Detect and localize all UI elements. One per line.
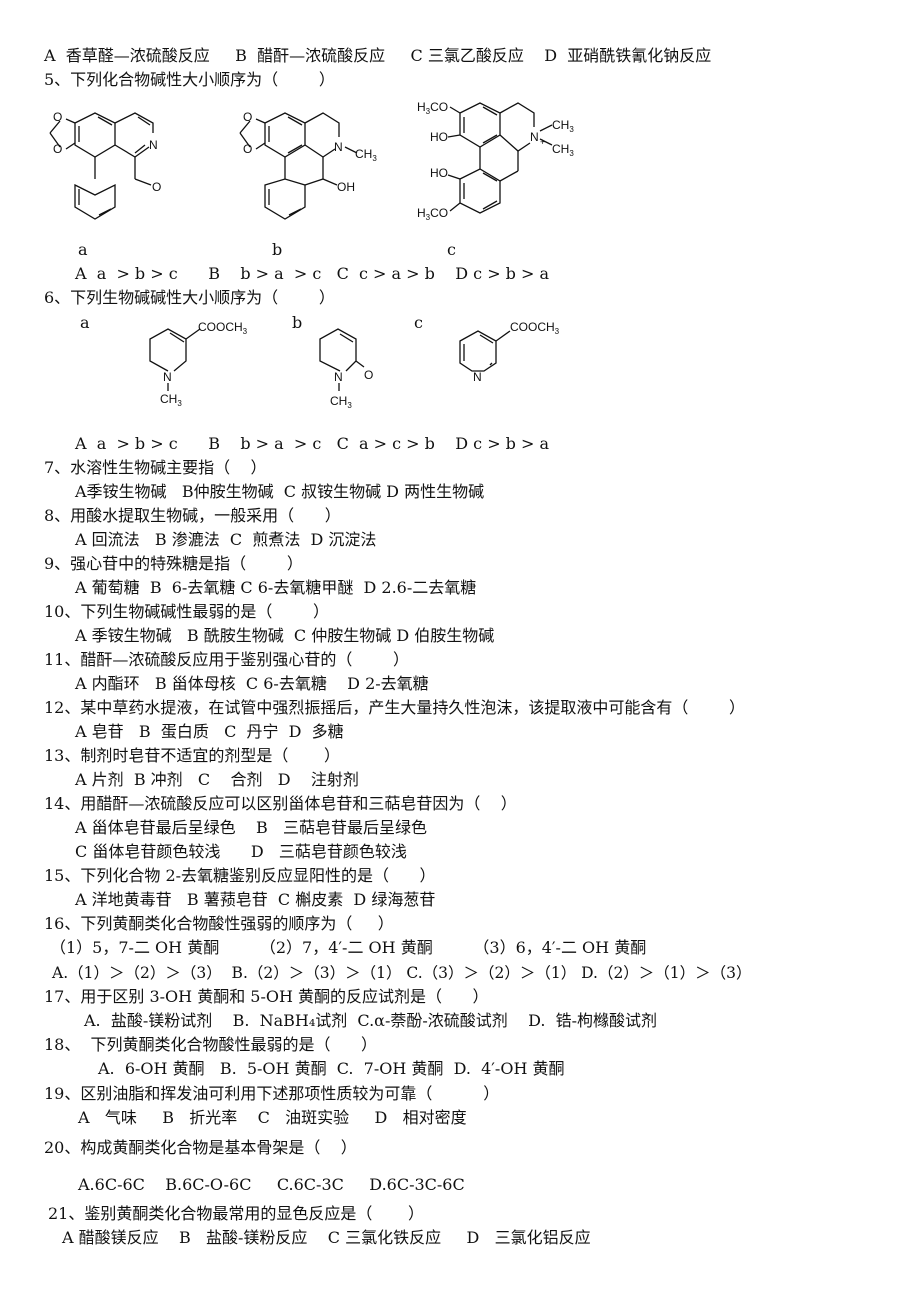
structure-q5-c: H3CO HO N + CH3 CH3 HO H3CO [412, 95, 592, 229]
q21-stem: 21、鉴别黄酮类化合物最常用的显色反应是（ ） [48, 1204, 424, 1223]
atom-cooch3: COOCH3 [510, 320, 560, 336]
q9-stem: 9、强心苷中的特殊糖是指（ ） [44, 554, 303, 573]
q15-options: A 洋地黄毒苷 B 薯蓣皂苷 C 槲皮素 D 绿海葱苷 [75, 890, 436, 909]
atom-h3co: H3CO [417, 206, 448, 222]
q5-label-a: a [78, 240, 88, 259]
atom-ch3: CH3 [355, 147, 377, 163]
q18-stem: 18、 下列黄酮类化合物酸性最弱的是（ ） [44, 1035, 378, 1054]
q18-options: A. 6-OH 黄酮 B. 5-OH 黄酮 C. 7-OH 黄酮 D. 4′-O… [98, 1059, 565, 1078]
atom-h3co: H3CO [417, 100, 448, 116]
atom-oh: OH [337, 180, 355, 194]
atom-ch3: CH3 [552, 118, 574, 134]
q16-stem: 16、下列黄酮类化合物酸性强弱的顺序为（ ） [44, 914, 394, 933]
q11-options: A 内酯环 B 甾体母核 C 6-去氧糖 D 2-去氧糖 [75, 674, 429, 693]
q13-options: A 片剂 B 冲剂 C 合剂 D 注射剂 [75, 770, 359, 789]
q14-options-2: C 甾体皂苷颜色较浅 D 三萜皂苷颜色较浅 [75, 842, 407, 861]
q12-options: A 皂苷 B 蛋白质 C 丹宁 D 多糖 [75, 722, 344, 741]
q5-stem: 5、下列化合物碱性大小顺序为（ ） [44, 70, 335, 89]
atom-ch3: CH3 [160, 392, 182, 408]
q6-label-c: c [414, 313, 423, 332]
q17-options: A. 盐酸-镁粉试剂 B. NaBH₄试剂 C.α-萘酚-浓硫酸试剂 D. 锆-… [84, 1011, 658, 1030]
q19-options: A 气味 B 折光率 C 油斑实验 D 相对密度 [78, 1108, 467, 1127]
atom-ch3: CH3 [552, 142, 574, 158]
q15-stem: 15、下列化合物 2-去氧糖鉴别反应显阳性的是（ ） [44, 866, 436, 885]
q21-options: A 醋酸镁反应 B 盐酸-镁粉反应 C 三氯化铁反应 D 三氯化铝反应 [62, 1228, 591, 1247]
q9-options: A 葡萄糖 B 6-去氧糖 C 6-去氧糖甲醚 D 2.6-二去氧糖 [75, 578, 477, 597]
atom-ch3: CH3 [330, 394, 352, 410]
structure-q5-a: O O N O [35, 95, 175, 229]
atom-n: N [334, 370, 343, 384]
q16-options: A.（1）＞（2）＞（3） B.（2）＞（3）＞（1） C.（3）＞（2）＞（1… [52, 964, 752, 982]
atom-n: N [163, 370, 172, 384]
atom-o: O [53, 110, 62, 124]
q6-stem: 6、下列生物碱碱性大小顺序为（ ） [44, 288, 335, 307]
q14-stem: 14、用醋酐—浓硫酸反应可以区别甾体皂苷和三萜皂苷因为（ ） [44, 794, 517, 813]
structure-q6-c: COOCH3 N [450, 315, 580, 399]
q4-options: A 香草醛—浓硫酸反应 B 醋酐—浓硫酸反应 C 三氯乙酸反应 D 亚硝酰铁氰化… [44, 46, 712, 65]
q13-stem: 13、制剂时皂苷不适宜的剂型是（ ） [44, 746, 340, 765]
atom-n: N [149, 138, 158, 152]
atom-o: O [243, 142, 252, 156]
q7-stem: 7、水溶性生物碱主要指（ ） [44, 458, 267, 477]
atom-n-plus: N [530, 130, 539, 144]
q5-label-b: b [272, 240, 283, 259]
charge-plus: + [540, 137, 545, 147]
structure-q6-a: COOCH3 N CH3 [130, 315, 250, 414]
atom-n: N [473, 370, 482, 384]
q20-options: A.6C-6C B.6C-O-6C C.6C-3C D.6C-3C-6C [78, 1175, 465, 1194]
q10-stem: 10、下列生物碱碱性最弱的是（ ） [44, 602, 330, 621]
q10-options: A 季铵生物碱 B 酰胺生物碱 C 仲胺生物碱 D 伯胺生物碱 [75, 626, 495, 645]
atom-o: O [243, 110, 252, 124]
q12-stem: 12、某中草药水提液，在试管中强烈振摇后，产生大量持久性泡沫，该提取液中可能含有… [44, 698, 746, 717]
atom-o: O [53, 142, 62, 156]
atom-o: O [364, 368, 373, 382]
atom-cooch3: COOCH3 [198, 320, 248, 336]
q8-stem: 8、用酸水提取生物碱，一般采用（ ） [44, 506, 341, 525]
atom-n: N [334, 140, 343, 154]
q14-options-1: A 甾体皂苷最后呈绿色 B 三萜皂苷最后呈绿色 [75, 818, 428, 837]
q16-items: （1）5，7-二 OH 黄酮 （2）7，4′-二 OH 黄酮 （3）6，4′-二… [50, 938, 647, 957]
q6-label-a: a [80, 313, 90, 332]
structure-q5-b: O O N CH3 OH [225, 95, 377, 229]
atom-ho: HO [430, 130, 448, 144]
q5-options: A a > b > c B b > a > c C c > a > b D c … [75, 264, 550, 283]
q5-label-c: c [447, 240, 456, 259]
atom-ho: HO [430, 166, 448, 180]
q7-options: A季铵生物碱 B仲胺生物碱 C 叔铵生物碱 D 两性生物碱 [75, 482, 485, 501]
structure-q6-b: O N CH3 [300, 315, 400, 414]
atom-o: O [152, 180, 161, 194]
q8-options: A 回流法 B 渗漉法 C 煎煮法 D 沉淀法 [75, 530, 377, 549]
q19-stem: 19、区别油脂和挥发油可利用下述那项性质较为可靠（ ） [44, 1084, 500, 1103]
q20-stem: 20、构成黄酮类化合物是基本骨架是（ ） [44, 1138, 357, 1157]
q17-stem: 17、用于区别 3-OH 黄酮和 5-OH 黄酮的反应试剂是（ ） [44, 987, 489, 1006]
q6-options: A a > b > c B b > a > c C a > c > b D c … [75, 434, 550, 453]
q11-stem: 11、醋酐—浓硫酸反应用于鉴别强心苷的（ ） [44, 650, 410, 669]
